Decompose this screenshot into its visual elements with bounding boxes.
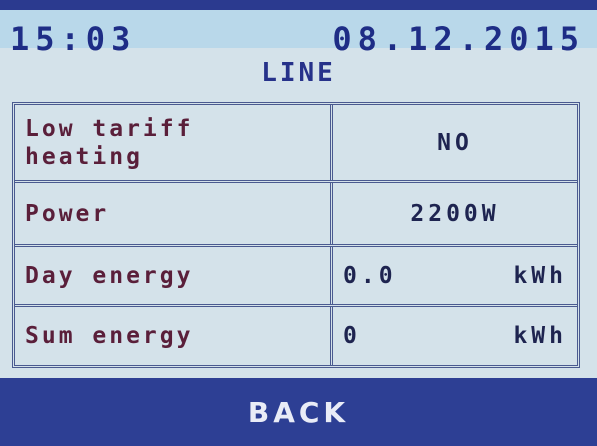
page-title: LINE bbox=[261, 58, 336, 88]
row-label: Low tariff heating bbox=[15, 105, 333, 180]
table-row-day-energy[interactable]: Day energy 0.0 kWh bbox=[15, 247, 577, 307]
table-row-power[interactable]: Power 2200W bbox=[15, 183, 577, 247]
value-unit: kWh bbox=[513, 323, 567, 349]
row-value: 0.0 kWh bbox=[333, 247, 577, 304]
value-number: 0 bbox=[343, 323, 361, 349]
row-value: NO bbox=[437, 129, 473, 156]
value-number: 0.0 bbox=[343, 262, 397, 289]
table-row-low-tariff[interactable]: Low tariff heating NO bbox=[15, 105, 577, 183]
row-value: 0 kWh bbox=[333, 307, 577, 365]
footer-bar: BACK bbox=[0, 378, 597, 446]
info-table: Low tariff heating NO Power 2200W Day en… bbox=[12, 102, 580, 368]
status-bar: 15:03 08.12.2015 bbox=[0, 10, 597, 58]
row-label: Sum energy bbox=[15, 307, 333, 365]
value-unit: kWh bbox=[513, 262, 567, 289]
top-edge bbox=[0, 0, 597, 10]
table-row-sum-energy[interactable]: Sum energy 0 kWh bbox=[15, 307, 577, 365]
device-screen: 15:03 08.12.2015 LINE Low tariff heating… bbox=[0, 0, 597, 446]
row-label: Day energy bbox=[15, 247, 333, 304]
back-button[interactable]: BACK bbox=[0, 378, 597, 446]
row-label: Power bbox=[15, 183, 333, 244]
row-value: 2200W bbox=[410, 200, 500, 227]
